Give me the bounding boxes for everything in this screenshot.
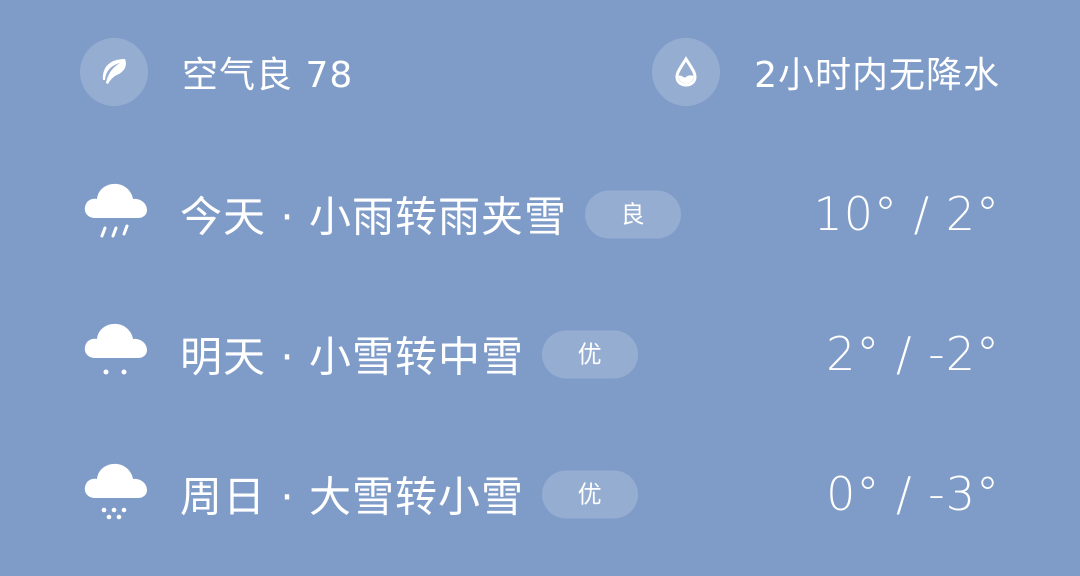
leaf-icon [80, 38, 148, 106]
aqi-badge: 优 [542, 330, 639, 378]
precipitation-label: 2小时内无降水 [754, 55, 1000, 96]
temperature-range: 0° / -3° [826, 467, 1000, 521]
precipitation-pill[interactable]: 2小时内无降水 [652, 38, 1000, 106]
aqi-badge: 优 [542, 470, 639, 518]
water-drop-icon [652, 38, 721, 106]
summary-row: 空气良 78 2小时内无降水 [80, 38, 1000, 106]
forecast-row-today[interactable]: 今天 · 小雨转雨夹雪 良 10° / 2° [80, 174, 1000, 254]
weather-widget: { "air": { "label": "空气良 78", "icon": "l… [0, 0, 1080, 576]
aqi-badge: 良 [585, 190, 682, 238]
heavy-snow-cloud-icon [80, 454, 156, 534]
forecast-label: 周日 · 大雪转小雪 优 [180, 464, 639, 525]
forecast-day-weather: 周日 · 大雪转小雪 [180, 472, 525, 522]
forecast-day-weather: 明天 · 小雪转中雪 [180, 332, 525, 382]
sleet-cloud-icon [80, 174, 156, 254]
air-quality-label: 空气良 78 [182, 55, 354, 96]
forecast-row-tomorrow[interactable]: 明天 · 小雪转中雪 优 2° / -2° [80, 314, 1000, 394]
air-quality-pill[interactable]: 空气良 78 [80, 38, 353, 106]
forecast-row-sunday[interactable]: 周日 · 大雪转小雪 优 0° / -3° [80, 454, 1000, 534]
forecast-label: 今天 · 小雨转雨夹雪 良 [180, 184, 682, 245]
light-snow-cloud-icon [80, 314, 156, 394]
forecast-label: 明天 · 小雪转中雪 优 [180, 324, 639, 385]
temperature-range: 2° / -2° [826, 327, 1000, 381]
forecast-day-weather: 今天 · 小雨转雨夹雪 [180, 192, 568, 242]
temperature-range: 10° / 2° [813, 187, 1000, 241]
